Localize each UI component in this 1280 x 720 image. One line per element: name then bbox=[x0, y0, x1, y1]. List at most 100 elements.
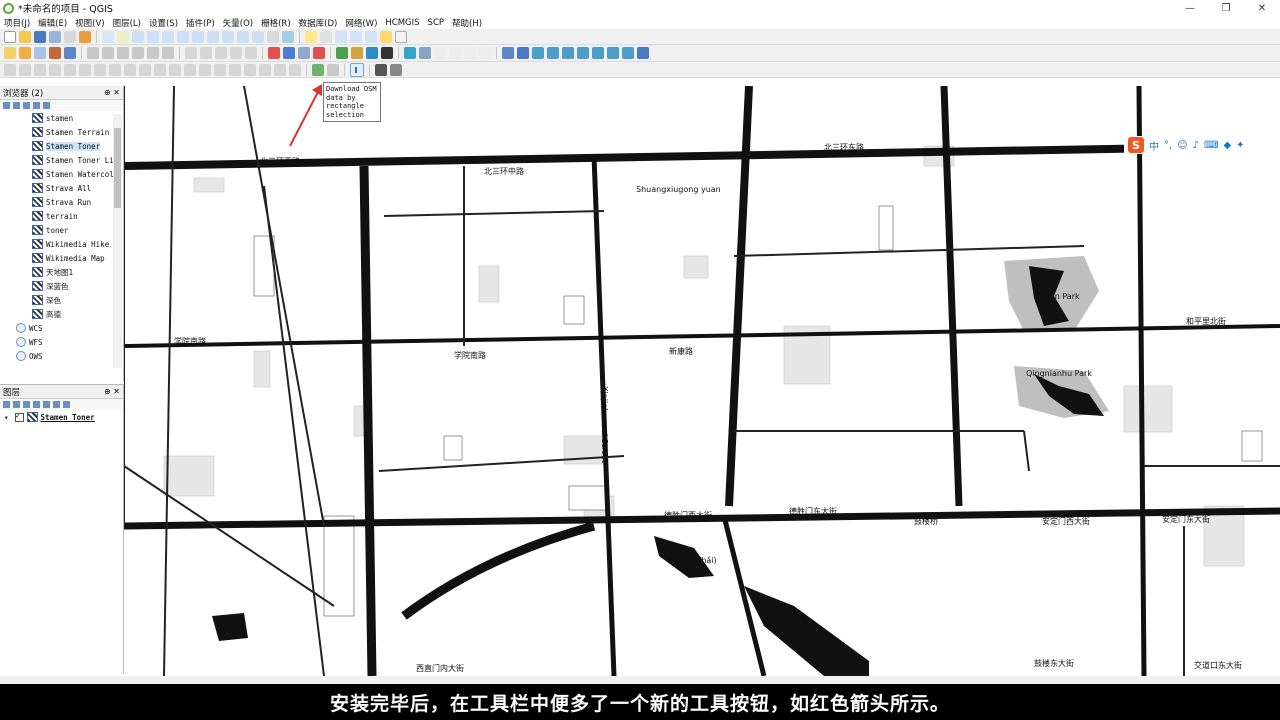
cut-features-icon[interactable] bbox=[102, 47, 114, 59]
close-button[interactable]: ✕ bbox=[1244, 0, 1280, 16]
add-wms-icon[interactable] bbox=[592, 47, 604, 59]
browser-scrollbar[interactable] bbox=[113, 114, 122, 368]
move-feature-icon[interactable] bbox=[229, 63, 241, 76]
identify-icon[interactable] bbox=[305, 30, 317, 43]
adv-digitize-icon[interactable] bbox=[4, 63, 16, 76]
paste-features-icon[interactable] bbox=[132, 47, 144, 59]
digitize-icon[interactable] bbox=[49, 47, 61, 59]
save-project-icon[interactable] bbox=[34, 30, 46, 43]
maximize-button[interactable]: ❐ bbox=[1208, 0, 1244, 16]
merge-attributes-icon[interactable] bbox=[184, 63, 196, 76]
menu-plugins[interactable]: 插件(P) bbox=[186, 17, 215, 29]
zoom-out-icon[interactable] bbox=[147, 30, 159, 43]
zoom-rubber-icon[interactable] bbox=[162, 30, 174, 43]
split-features-icon[interactable] bbox=[139, 63, 151, 76]
manage-themes-icon[interactable] bbox=[23, 401, 30, 408]
layer-item[interactable]: ▾ Stamen Toner bbox=[0, 410, 123, 424]
map-canvas[interactable]: 北三环西路 北三环中路 北三环东路 学院南路 学院南路 新康路 德胜门西大街 德… bbox=[124, 86, 1280, 676]
plugin-globe-icon[interactable] bbox=[283, 47, 295, 59]
zoom-last-icon[interactable] bbox=[237, 30, 249, 43]
statistics-icon[interactable] bbox=[350, 30, 362, 43]
style-panel-icon[interactable] bbox=[3, 401, 10, 408]
zoom-selection-icon[interactable] bbox=[192, 30, 204, 43]
add-part-icon[interactable] bbox=[49, 63, 61, 76]
offset-curve-icon[interactable] bbox=[124, 63, 136, 76]
scp-icon[interactable] bbox=[404, 47, 416, 59]
zoom-next-icon[interactable] bbox=[252, 30, 264, 43]
browser-item[interactable]: stamen bbox=[32, 111, 123, 125]
menu-edit[interactable]: 编辑(E) bbox=[38, 17, 67, 29]
undo-icon[interactable] bbox=[147, 47, 159, 59]
menu-help[interactable]: 帮助(H) bbox=[452, 17, 482, 29]
current-edits-icon[interactable] bbox=[4, 47, 16, 59]
split-parts-icon[interactable] bbox=[154, 63, 166, 76]
browser-item[interactable]: Strava All bbox=[32, 181, 123, 195]
zoom-native-icon[interactable] bbox=[222, 30, 234, 43]
menu-hcmgis[interactable]: HCMGIS bbox=[385, 18, 419, 28]
browser-item[interactable]: Stamen Terrain bbox=[32, 125, 123, 139]
label-tool-icon[interactable] bbox=[185, 47, 197, 59]
collapse-all-icon[interactable] bbox=[33, 102, 40, 109]
georef-icon[interactable] bbox=[375, 63, 387, 76]
rotate-point-icon[interactable] bbox=[199, 63, 211, 76]
refresh-icon[interactable] bbox=[282, 30, 294, 43]
print-layout-icon[interactable] bbox=[64, 30, 76, 43]
expand-arrow-icon[interactable]: ▾ bbox=[4, 413, 9, 422]
select-icon[interactable] bbox=[434, 47, 446, 59]
menu-database[interactable]: 数据库(D) bbox=[299, 17, 338, 29]
add-raster-icon[interactable] bbox=[517, 47, 529, 59]
panel-float-close-icons[interactable]: ⊕ ✕ bbox=[104, 88, 120, 97]
service-wcs[interactable]: WCS bbox=[16, 321, 123, 335]
rotate-feature-icon[interactable] bbox=[244, 63, 256, 76]
layout-manager-icon[interactable] bbox=[79, 30, 91, 43]
emoji-icon[interactable]: ☺ bbox=[1177, 140, 1187, 151]
zoom-in-icon[interactable] bbox=[132, 30, 144, 43]
plugin-dark-icon[interactable] bbox=[381, 47, 393, 59]
add-vector-icon[interactable] bbox=[502, 47, 514, 59]
pan-icon[interactable] bbox=[102, 30, 114, 43]
voice-icon[interactable]: ♪ bbox=[1193, 140, 1199, 151]
deselect-icon[interactable] bbox=[464, 47, 476, 59]
new-project-icon[interactable] bbox=[4, 30, 16, 43]
zoom-layer-icon[interactable] bbox=[207, 30, 219, 43]
filter-icon[interactable] bbox=[479, 47, 491, 59]
map-tips-icon[interactable] bbox=[380, 30, 392, 43]
select-value-icon[interactable] bbox=[449, 47, 461, 59]
service-wfs[interactable]: WFS bbox=[16, 335, 123, 349]
ime-mode[interactable]: 中 bbox=[1149, 138, 1159, 153]
add-delimited-icon[interactable] bbox=[547, 47, 559, 59]
add-postgis-icon[interactable] bbox=[577, 47, 589, 59]
filter-legend-icon[interactable] bbox=[33, 401, 40, 408]
remove-layer-icon[interactable] bbox=[63, 401, 70, 408]
plugin-manager-icon[interactable] bbox=[351, 47, 363, 59]
browser-item[interactable]: Stamen Watercolo bbox=[32, 167, 123, 181]
plugin-red-icon[interactable] bbox=[268, 47, 280, 59]
add-wfs-icon[interactable] bbox=[607, 47, 619, 59]
browser-item[interactable]: Wikimedia Hike B bbox=[32, 237, 123, 251]
browser-item[interactable]: 深蓝色 bbox=[32, 279, 123, 293]
expand-all-icon[interactable] bbox=[43, 401, 50, 408]
punctuation-icon[interactable]: °, bbox=[1164, 140, 1172, 151]
panel-float-close-icons[interactable]: ⊕ ✕ bbox=[104, 387, 120, 396]
field-calculator-icon[interactable] bbox=[335, 30, 347, 43]
quickosm-icon[interactable] bbox=[312, 63, 324, 76]
sogou-logo-icon[interactable]: S bbox=[1128, 137, 1144, 153]
attribute-table-icon[interactable] bbox=[320, 30, 332, 43]
menu-scp[interactable]: SCP bbox=[428, 18, 444, 28]
menu-project[interactable]: 项目(J) bbox=[4, 17, 30, 29]
simplify-icon[interactable] bbox=[214, 63, 226, 76]
reshape-icon[interactable] bbox=[109, 63, 121, 76]
browser-item[interactable]: 高德 bbox=[32, 307, 123, 321]
download-osm-button[interactable] bbox=[350, 62, 364, 77]
browser-item[interactable]: Wikimedia Map bbox=[32, 251, 123, 265]
delete-part-icon[interactable] bbox=[94, 63, 106, 76]
open-project-icon[interactable] bbox=[19, 30, 31, 43]
scp-settings-icon[interactable] bbox=[419, 47, 431, 59]
browser-item[interactable]: 深色 bbox=[32, 293, 123, 307]
trim-extend-icon[interactable] bbox=[289, 63, 301, 76]
text-annotation-icon[interactable] bbox=[395, 30, 407, 43]
move-label-icon[interactable] bbox=[230, 47, 242, 59]
scale-feature-icon[interactable] bbox=[259, 63, 271, 76]
properties-icon[interactable] bbox=[43, 102, 50, 109]
menu-raster[interactable]: 栅格(R) bbox=[261, 17, 291, 29]
